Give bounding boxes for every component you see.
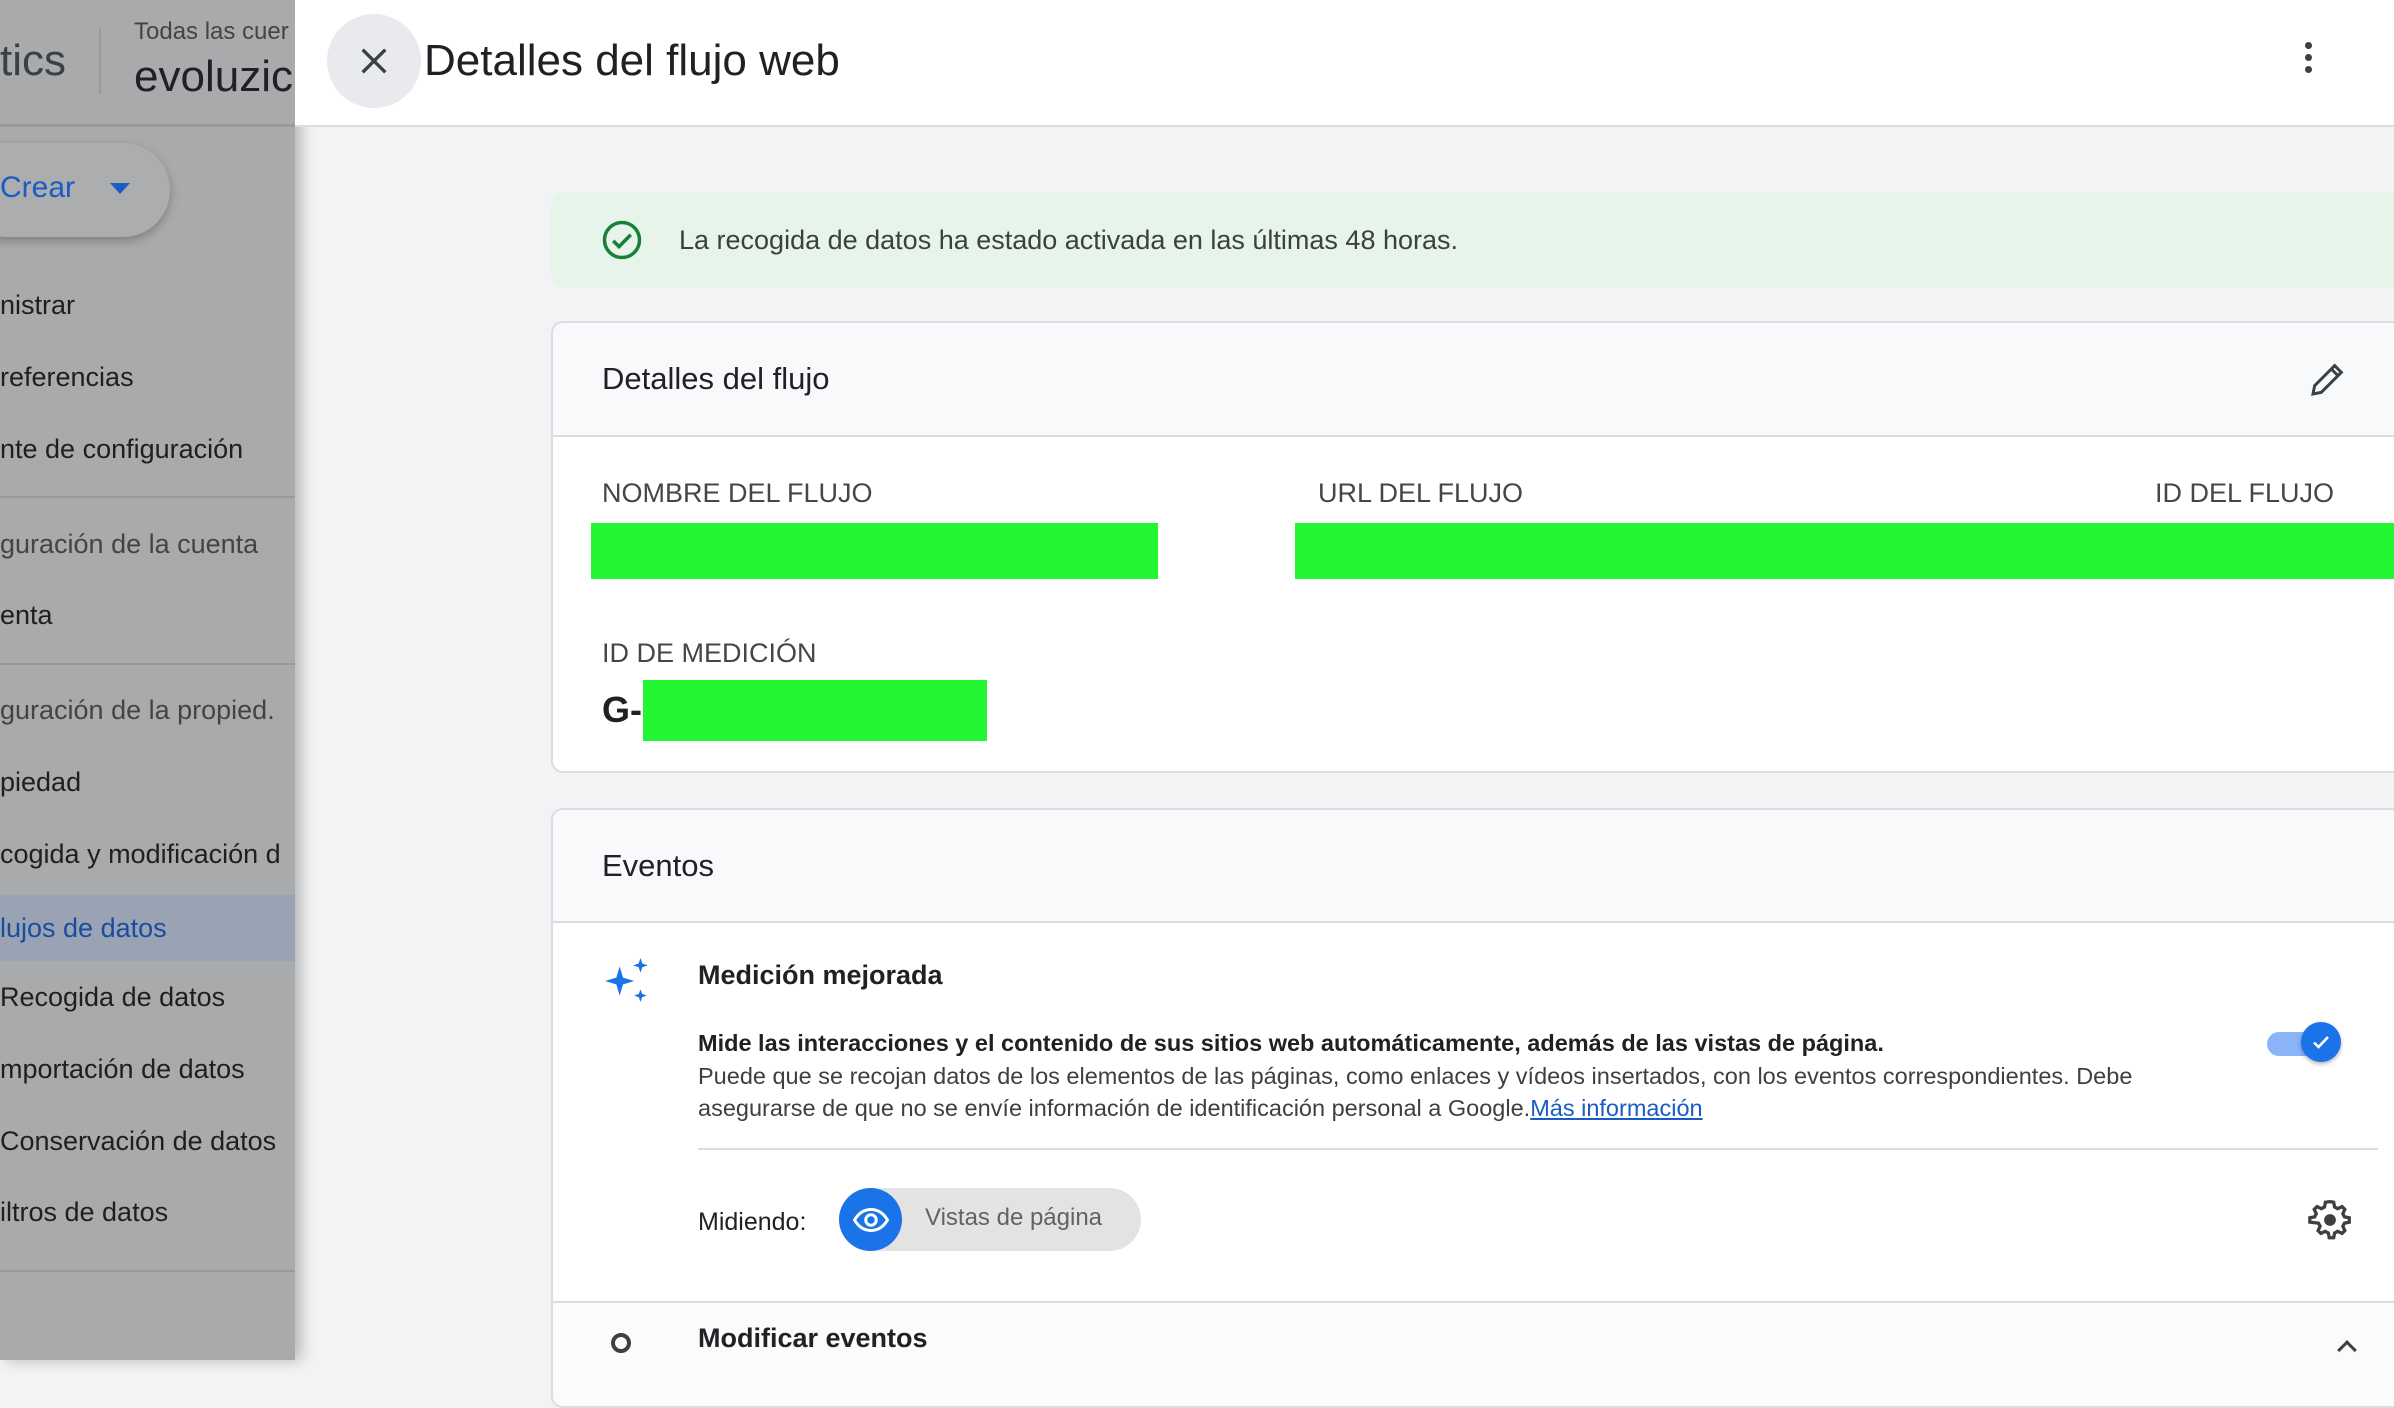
page-title: Detalles del flujo web	[424, 36, 840, 85]
measurement-id-label: ID DE MEDICIÓN	[602, 638, 817, 668]
chip-label: Vistas de página	[925, 1204, 1103, 1231]
check-icon	[2301, 1022, 2341, 1062]
sidebar-item[interactable]: referencias	[0, 347, 295, 407]
sidebar-topbar: tics Todas las cuer evoluzic	[0, 0, 295, 127]
divider	[99, 28, 101, 94]
account-label[interactable]: Todas las cuer	[134, 18, 289, 46]
sidebar-item[interactable]: nte de configuración	[0, 419, 295, 479]
redacted-measurement-id	[643, 680, 987, 741]
enhanced-measurement-toggle[interactable]	[2267, 1022, 2341, 1062]
chevron-icon	[2337, 1340, 2357, 1360]
sparkle-icon	[605, 958, 648, 1002]
enhanced-measurement-summary: Mide las interacciones y el contenido de…	[698, 1030, 1884, 1056]
redacted-stream-url-id	[1295, 523, 2394, 579]
gear-icon[interactable]	[2308, 1198, 2352, 1242]
stream-details-card: Detalles del flujo NOMBRE DEL FLUJO URL …	[551, 321, 2394, 773]
stream-name-label: NOMBRE DEL FLUJO	[602, 478, 873, 508]
sidebar-section-header: guración de la propied.	[0, 695, 275, 725]
property-name[interactable]: evoluzic	[134, 52, 293, 102]
sidebar-item-data-streams[interactable]: lujos de datos	[0, 895, 295, 961]
sidebar-section-header: guración de la cuenta	[0, 529, 259, 559]
divider	[0, 663, 295, 665]
divider	[0, 496, 295, 498]
enhanced-measurement-title: Medición mejorada	[698, 960, 943, 990]
sidebar-item[interactable]: nistrar	[0, 275, 295, 335]
edit-pencil-icon[interactable]	[2308, 359, 2348, 399]
measuring-label: Midiendo:	[698, 1208, 807, 1236]
sidebar-item[interactable]: Conservación de datos	[0, 1111, 295, 1171]
banner-text: La recogida de datos ha estado activada …	[679, 225, 1459, 255]
divider	[0, 1270, 295, 1272]
enhanced-measurement-desc: asegurarse de que no se envíe informació…	[698, 1095, 1703, 1121]
stream-id-label: ID DEL FLUJO	[2154, 478, 2334, 508]
sidebar-item[interactable]: Recogida de datos	[0, 967, 295, 1027]
sidebar-item[interactable]: mportación de datos	[0, 1039, 295, 1099]
modify-events-row[interactable]: Modificar eventos	[553, 1303, 2394, 1406]
eye-icon	[839, 1188, 902, 1251]
sidebar-item[interactable]: enta	[0, 585, 295, 645]
close-button[interactable]	[327, 14, 421, 108]
more-vert-icon[interactable]	[2305, 42, 2313, 73]
caret-down-icon	[110, 183, 130, 194]
sidebar: tics Todas las cuer evoluzic Crear nistr…	[0, 0, 295, 1360]
measuring-chip[interactable]: Vistas de página	[839, 1188, 1141, 1251]
close-icon	[361, 48, 387, 74]
sidebar-item[interactable]: piedad	[0, 752, 295, 812]
redacted-stream-name	[591, 523, 1158, 579]
measurement-id-prefix: G-	[602, 689, 642, 730]
card-header: Detalles del flujo	[553, 323, 2394, 437]
create-label: Crear	[0, 171, 76, 204]
panel-header: Detalles del flujo web	[295, 0, 2394, 127]
events-card: Eventos Medición mejorada Mide las inter…	[551, 808, 2394, 1408]
more-info-link[interactable]: Más información	[1530, 1095, 1702, 1121]
divider	[698, 1148, 2378, 1150]
sidebar-item[interactable]: iltros de datos	[0, 1182, 295, 1242]
card-header: Eventos	[553, 810, 2394, 923]
sidebar-item[interactable]: cogida y modificación d	[0, 824, 295, 884]
create-button[interactable]: Crear	[0, 143, 170, 237]
modify-icon	[611, 1333, 631, 1353]
enhanced-measurement-desc: Puede que se recojan datos de los elemen…	[698, 1063, 2133, 1089]
status-banner: La recogida de datos ha estado activada …	[551, 192, 2394, 287]
card-title: Detalles del flujo	[602, 361, 830, 396]
stream-url-label: URL DEL FLUJO	[1318, 478, 1524, 508]
card-title: Eventos	[602, 848, 715, 883]
check-circle-icon	[602, 220, 642, 260]
modify-events-title: Modificar eventos	[698, 1323, 928, 1353]
app-name: tics	[0, 36, 66, 85]
